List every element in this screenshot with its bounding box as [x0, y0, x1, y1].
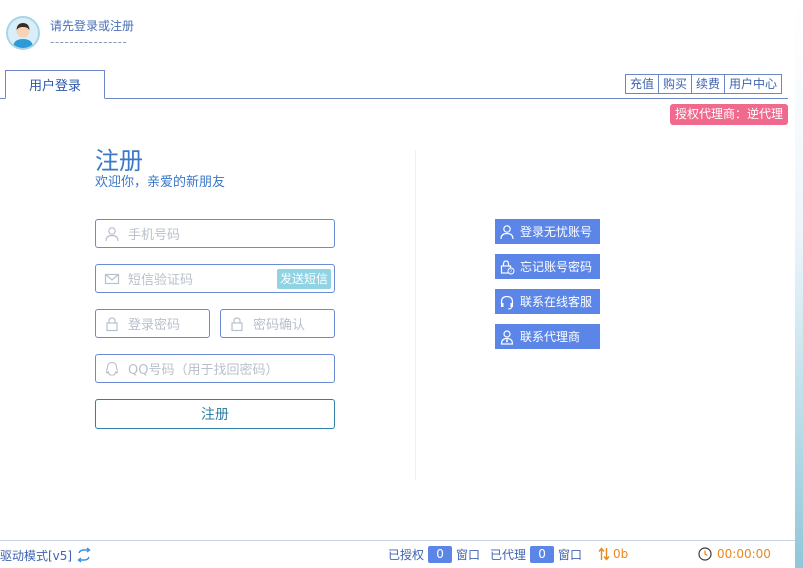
- tab-user-login[interactable]: 用户登录: [5, 70, 105, 99]
- window-counters: 已授权 0 窗口 已代理 0 窗口: [388, 546, 582, 563]
- contact-agent-label: 联系代理商: [520, 330, 581, 344]
- window-label: 窗口: [558, 548, 583, 562]
- qq-icon: [106, 361, 118, 376]
- headset-icon: [500, 295, 514, 309]
- status-bar: 驱动模式[v5] 已授权 0 窗口 已代理 0 窗口 0b 00:00:00: [0, 540, 795, 568]
- app-window: 请先登录或注册 ---------------- 用户登录 充值 购买 续费 用…: [0, 0, 803, 568]
- window-edge-decoration: [795, 0, 803, 568]
- user-center-link[interactable]: 用户中心: [725, 75, 781, 93]
- authorized-agent-badge: 授权代理商：逆代理: [670, 104, 789, 125]
- clock-icon: [698, 547, 712, 561]
- vertical-divider: [415, 150, 416, 480]
- agent-label: 已代理: [490, 548, 527, 562]
- qq-input[interactable]: QQ号码（用于找回密码）: [95, 354, 335, 383]
- authorized-label: 已授权: [388, 548, 425, 562]
- sms-placeholder: 短信验证码: [128, 273, 194, 288]
- phone-placeholder: 手机号码: [128, 228, 181, 243]
- refresh-icon[interactable]: [76, 547, 92, 563]
- lock-question-icon: ?: [500, 259, 515, 275]
- buy-link[interactable]: 购买: [659, 75, 693, 93]
- login-wuyou-account-button[interactable]: 登录无忧账号: [495, 219, 600, 244]
- traffic-value: 0b: [613, 547, 629, 561]
- forgot-password-button[interactable]: ? 忘记账号密码: [495, 254, 600, 279]
- up-down-arrows-icon: [598, 547, 610, 561]
- avatar[interactable]: [6, 16, 40, 50]
- lock-icon: [106, 316, 118, 331]
- username-placeholder-line: ----------------: [50, 35, 128, 49]
- avatar-icon: [8, 18, 38, 48]
- tab-bar-line: [0, 98, 788, 99]
- driver-mode-label: 驱动模式[v5]: [0, 549, 73, 563]
- contact-support-button[interactable]: 联系在线客服: [495, 289, 600, 314]
- password-confirm-input[interactable]: 密码确认: [220, 309, 335, 338]
- register-subtitle: 欢迎你，亲爱的新朋友: [95, 175, 226, 190]
- user-icon: [500, 224, 514, 239]
- user-icon: [105, 226, 119, 241]
- send-sms-button[interactable]: 发送短信: [276, 269, 331, 289]
- password-input[interactable]: 登录密码: [95, 309, 210, 338]
- qq-placeholder: QQ号码（用于找回密码）: [128, 363, 279, 378]
- contact-support-label: 联系在线客服: [520, 295, 593, 309]
- timer-value: 00:00:00: [717, 547, 771, 561]
- login-wuyou-account-label: 登录无忧账号: [520, 225, 593, 239]
- login-hint-link[interactable]: 请先登录或注册: [50, 17, 134, 34]
- traffic-indicator: 0b: [598, 547, 628, 561]
- password-placeholder: 登录密码: [128, 318, 181, 333]
- contact-agent-button[interactable]: 联系代理商: [495, 324, 600, 349]
- renew-link[interactable]: 续费: [692, 75, 726, 93]
- authorized-count: 0: [428, 546, 453, 563]
- password-confirm-placeholder: 密码确认: [253, 318, 306, 333]
- forgot-password-label: 忘记账号密码: [520, 260, 593, 274]
- window-label: 窗口: [456, 548, 481, 562]
- lock-icon: [231, 316, 243, 331]
- agent-count: 0: [530, 546, 555, 563]
- register-button[interactable]: 注册: [95, 399, 335, 429]
- top-links-group: 充值 购买 续费 用户中心: [625, 74, 783, 94]
- timer: 00:00:00: [698, 547, 771, 561]
- mail-icon: [104, 273, 120, 284]
- recharge-link[interactable]: 充值: [626, 75, 660, 93]
- sms-code-input[interactable]: 短信验证码 发送短信: [95, 264, 335, 293]
- phone-input[interactable]: 手机号码: [95, 219, 335, 248]
- agent-icon: [500, 329, 514, 345]
